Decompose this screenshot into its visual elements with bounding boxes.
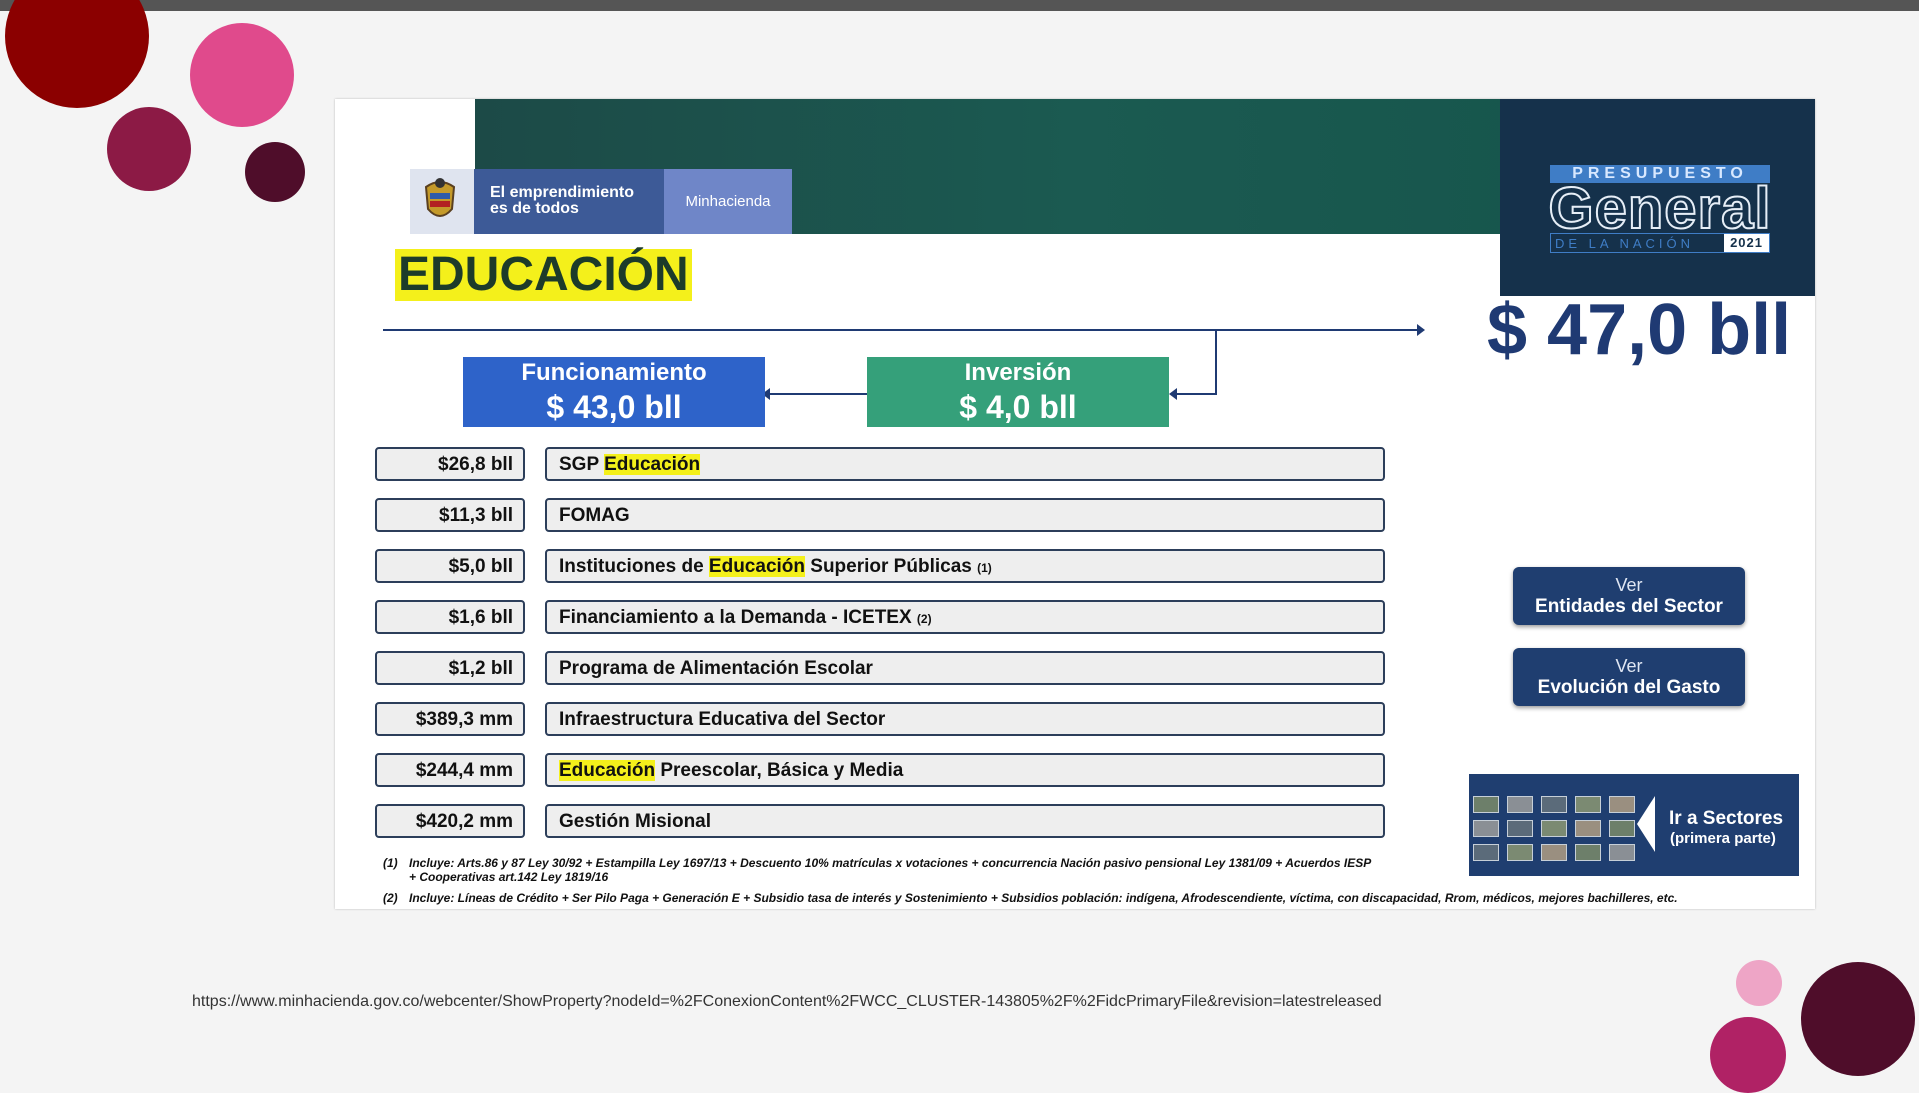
row-label: Educación Preescolar, Básica y Media [545, 753, 1385, 787]
sector-thumbnail [1541, 820, 1567, 837]
sector-thumbnail [1507, 796, 1533, 813]
ministry-label: Minhacienda [664, 169, 792, 234]
sector-thumbnail [1609, 820, 1635, 837]
sector-thumbnail [1609, 796, 1635, 813]
row-label-pre: Gestión Misional [559, 811, 712, 832]
ver-evolucion-line2: Evolución del Gasto [1537, 677, 1721, 698]
budget-badge: PRESUPUESTO General DE LA NACIÓN 2021 [1500, 99, 1815, 296]
row-amount: $420,2 mm [375, 804, 525, 838]
ver-entidades-line1: Ver [1615, 575, 1643, 595]
row-label-pre: Infraestructura Educativa del Sector [559, 709, 886, 730]
ver-entidades-line2: Entidades del Sector [1535, 596, 1723, 617]
row-label-post: Superior Públicas [805, 556, 978, 577]
inversion-value: $ 4,0 bll [959, 389, 1077, 425]
row-amount: $11,3 bll [375, 498, 525, 532]
inversion-label: Inversión [964, 359, 1072, 386]
sector-thumbnail [1473, 796, 1499, 813]
sector-thumbnail [1541, 844, 1567, 861]
sectores-label: Ir a Sectores [1669, 808, 1784, 829]
decor-circle-dark-large [1801, 962, 1915, 1076]
row-label-pre: Programa de Alimentación Escolar [559, 658, 873, 679]
ir-a-sectores-button[interactable]: Ir a Sectores (primera parte) [1469, 774, 1799, 876]
logo-text-line2: es de todos [490, 200, 579, 217]
sector-thumbnail [1507, 844, 1533, 861]
row-label-post: Preescolar, Básica y Media [655, 760, 904, 781]
row-label: Instituciones de Educación Superior Públ… [545, 549, 1385, 583]
funcionamiento-box: Funcionamiento $ 43,0 bll [463, 357, 765, 427]
ver-evolucion-line1: Ver [1615, 656, 1643, 676]
budget-badge-bottom: DE LA NACIÓN 2021 [1550, 233, 1770, 253]
sector-thumbnail [1575, 844, 1601, 861]
row-amount: $1,6 bll [375, 600, 525, 634]
funcionamiento-value: $ 43,0 bll [546, 389, 682, 425]
sector-thumbnail [1507, 820, 1533, 837]
funcionamiento-label: Funcionamiento [521, 359, 707, 386]
logo-text-line1: El emprendimiento [490, 184, 635, 201]
sector-thumbnail [1473, 820, 1499, 837]
decor-circle-pink [190, 23, 294, 127]
sector-thumbnail [1575, 796, 1601, 813]
row-amount: $1,2 bll [375, 651, 525, 685]
sector-thumbnail [1609, 844, 1635, 861]
page-title: EDUCACIÓN [395, 249, 692, 301]
row-label-pre: Financiamiento a la Demanda - ICETEX [559, 607, 917, 628]
row-amount: $389,3 mm [375, 702, 525, 736]
footnote-2-label: (2) [383, 891, 398, 905]
row-label: Infraestructura Educativa del Sector [545, 702, 1385, 736]
logo-text: El emprendimiento es de todos [490, 185, 634, 217]
footnote-2: (2) Incluye: Líneas de Crédito + Ser Pilo… [383, 891, 1678, 905]
row-label: FOMAG [545, 498, 1385, 532]
connector-arrow-inversion [1169, 388, 1177, 400]
budget-badge-main: General [1548, 175, 1772, 242]
row-label-note: (2) [916, 612, 932, 626]
row-label-hl: Educación [604, 454, 701, 475]
inversion-box: Inversión $ 4,0 bll [867, 357, 1169, 427]
sector-thumbnail [1541, 796, 1567, 813]
ver-evolucion-button[interactable]: Ver Evolución del Gasto [1513, 648, 1745, 706]
sectores-sublabel: (primera parte) [1670, 830, 1776, 847]
row-label-pre: SGP [559, 454, 605, 475]
row-label-note: (1) [977, 561, 992, 575]
government-logo: El emprendimiento es de todos Minhaciend… [410, 169, 792, 234]
row-amount: $244,4 mm [375, 753, 525, 787]
connector-line [383, 329, 1423, 331]
connector-line-funcionamiento [770, 393, 870, 395]
row-label-pre: FOMAG [559, 505, 630, 526]
row-label-hl: Educación [708, 556, 805, 577]
source-url: https://www.minhacienda.gov.co/webcenter… [192, 993, 1382, 1010]
footnote-1-text-2: + Cooperativas art.142 Ley 1819/16 [409, 870, 609, 884]
slide-image: El emprendimiento es de todos Minhaciend… [335, 99, 1815, 909]
footnote-1: (1) Incluye: Arts.86 y 87 Ley 30/92 + Est… [383, 856, 1371, 884]
budget-badge-nacion: DE LA NACIÓN [1555, 236, 1695, 251]
footnote-1-text: Incluye: Arts.86 y 87 Ley 30/92 + Estamp… [409, 856, 1372, 870]
row-label: Programa de Alimentación Escolar [545, 651, 1385, 685]
decor-circle-dark-maroon [245, 142, 305, 202]
connector-line-vertical [1215, 330, 1217, 395]
top-bar [0, 0, 1919, 11]
decor-circle-dark-red [5, 0, 149, 108]
row-label-hl: Educación [559, 760, 656, 781]
decor-circle-maroon [107, 107, 191, 191]
row-amount: $26,8 bll [375, 447, 525, 481]
decor-circle-light-pink [1736, 960, 1782, 1006]
coat-of-arms-icon [424, 178, 456, 217]
sector-thumbnail [1575, 820, 1601, 837]
footnote-1-label: (1) [383, 856, 398, 870]
row-label: SGP Educación [545, 447, 1385, 481]
row-label-pre: Instituciones de [559, 556, 709, 577]
row-label: Gestión Misional [545, 804, 1385, 838]
budget-badge-year: 2021 [1724, 234, 1769, 252]
sector-thumbnail [1473, 844, 1499, 861]
connector-arrow-right [1417, 324, 1425, 336]
row-label: Financiamiento a la Demanda - ICETEX (2) [545, 600, 1385, 634]
connector-line-inversion [1177, 393, 1217, 395]
ver-entidades-button[interactable]: Ver Entidades del Sector [1513, 567, 1745, 625]
total-amount: $ 47,0 bll [1487, 290, 1792, 370]
decor-circle-magenta [1710, 1017, 1786, 1093]
back-arrow-icon [1637, 796, 1655, 852]
row-amount: $5,0 bll [375, 549, 525, 583]
footnote-2-text: Incluye: Líneas de Crédito + Ser Pilo Pa… [409, 891, 1678, 905]
